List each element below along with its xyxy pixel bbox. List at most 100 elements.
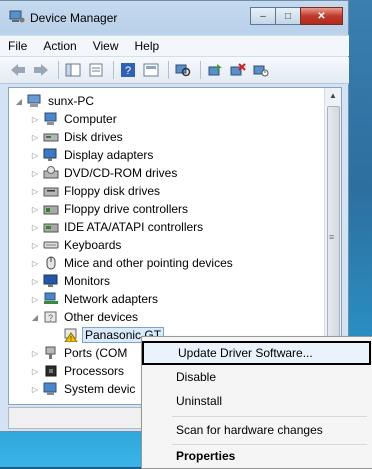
expand-arrow-icon[interactable]: ▷ — [29, 259, 41, 268]
menu-item-label: Disable — [176, 370, 217, 384]
menu-item-label: Scan for hardware changes — [176, 423, 323, 437]
menu-view[interactable]: View — [85, 39, 127, 53]
toolbar-separator — [200, 61, 201, 79]
expand-arrow-icon[interactable]: ▷ — [29, 349, 41, 358]
uninstall-menu-item[interactable]: Uninstall — [142, 389, 371, 413]
expand-arrow-icon[interactable]: ▷ — [29, 385, 41, 394]
expand-arrow-icon[interactable]: ▷ — [29, 295, 41, 304]
expand-arrow-icon[interactable]: ▷ — [29, 169, 41, 178]
tree-root-label: sunx-PC — [48, 94, 95, 108]
tree-item-system-devices[interactable]: ▷ System devic — [29, 380, 137, 398]
expand-arrow-icon[interactable]: ▷ — [29, 115, 41, 124]
expand-arrow-icon[interactable]: ▷ — [29, 367, 41, 376]
tree-item-computer[interactable]: ▷ Computer — [29, 110, 119, 128]
tree-item-keyboards[interactable]: ▷ Keyboards — [29, 236, 123, 254]
processor-icon — [45, 365, 57, 377]
tree-item-display-adapters[interactable]: ▷ Display adapters — [29, 146, 155, 164]
dvd-drive-icon — [43, 166, 59, 179]
tree-item-label: Keyboards — [64, 238, 122, 252]
disable-icon[interactable] — [251, 61, 271, 79]
tree-item-label: Disk drives — [64, 130, 123, 144]
minimize-button[interactable]: ‒ — [250, 7, 276, 25]
tree-item-label: Ports (COM — [64, 346, 128, 360]
caption-buttons: ‒ □ ✕ — [250, 7, 343, 25]
tree-item-label: Monitors — [64, 274, 111, 288]
uninstall-icon[interactable] — [228, 61, 248, 79]
show-hide-icon[interactable] — [141, 61, 161, 79]
expand-arrow-icon[interactable]: ▷ — [29, 205, 41, 214]
svg-text:?: ? — [48, 313, 53, 323]
update-driver-icon[interactable] — [205, 61, 225, 79]
forward-icon[interactable] — [31, 61, 51, 79]
display-adapter-icon — [43, 148, 57, 161]
toolbar-separator — [58, 61, 59, 79]
warning-device-icon: ! — [64, 328, 78, 342]
tree-item-label: Floppy disk drives — [64, 184, 161, 198]
tree-item-mice[interactable]: ▷ Mice and other pointing devices — [29, 254, 235, 272]
menu-separator — [172, 416, 367, 417]
computer-icon — [44, 112, 57, 125]
maximize-icon: □ — [284, 10, 292, 22]
expand-arrow-icon[interactable]: ▷ — [29, 223, 41, 232]
tree-item-floppy-disk-drives[interactable]: ▷ Floppy disk drives — [29, 182, 162, 200]
properties-menu-item[interactable]: Properties — [142, 444, 371, 468]
tree-item-floppy-drive-controllers[interactable]: ▷ Floppy drive controllers — [29, 200, 190, 218]
tree-item-processors[interactable]: ▷ Processors — [29, 362, 126, 380]
tree-item-label: Network adapters — [64, 292, 159, 306]
tree-item-network-adapters[interactable]: ▷ Network adapters — [29, 290, 160, 308]
title-bar[interactable]: Device Manager ‒ □ ✕ — [0, 1, 349, 33]
window-title: Device Manager — [30, 11, 118, 25]
tree-item-disk-drives[interactable]: ▷ Disk drives — [29, 128, 125, 146]
tree-item-ide-ata-atapi-controllers[interactable]: ▷ IDE ATA/ATAPI controllers — [29, 218, 205, 236]
scroll-up-icon[interactable]: ▲ — [325, 88, 341, 104]
context-menu: Update Driver Software... Disable Uninst… — [141, 336, 372, 469]
network-adapter-icon — [44, 292, 58, 304]
tree-item-dvd-cd-rom-drives[interactable]: ▷ DVD/CD-ROM drives — [29, 164, 179, 182]
tree-root[interactable]: ◢ sunx-PC — [13, 92, 96, 110]
menu-help[interactable]: Help — [127, 39, 168, 53]
disk-drive-icon — [43, 133, 59, 142]
collapse-arrow-icon[interactable]: ◢ — [13, 97, 25, 106]
tree-item-label: Mice and other pointing devices — [64, 256, 233, 270]
tree-item-label: Floppy drive controllers — [64, 202, 189, 216]
floppy-drive-icon — [43, 187, 59, 197]
properties-icon[interactable] — [86, 61, 106, 79]
tree-item-monitors[interactable]: ▷ Monitors — [29, 272, 112, 290]
expand-arrow-icon[interactable]: ▷ — [29, 133, 41, 142]
help-icon[interactable]: ? — [118, 61, 138, 79]
computer-icon — [27, 94, 41, 107]
toolbar-separator — [113, 61, 114, 79]
back-icon[interactable] — [8, 61, 28, 79]
keyboard-icon — [43, 241, 59, 249]
tree-item-label: IDE ATA/ATAPI controllers — [64, 220, 204, 234]
menu-item-label: Properties — [176, 449, 236, 463]
expand-arrow-icon[interactable]: ▷ — [29, 151, 41, 160]
console-tree-icon[interactable] — [63, 61, 83, 79]
menu-bar: File Action View Help — [0, 35, 349, 56]
maximize-button[interactable]: □ — [275, 7, 301, 25]
tree-item-label: Computer — [64, 112, 117, 126]
svg-text:?: ? — [125, 65, 131, 77]
menu-file[interactable]: File — [0, 39, 35, 53]
expand-arrow-icon[interactable]: ▷ — [29, 187, 41, 196]
tree-item-other-devices[interactable]: ◢ ? Other devices — [29, 308, 140, 326]
ide-controller-icon — [43, 223, 59, 233]
scan-hardware-icon[interactable] — [173, 61, 193, 79]
toolbar: ? — [0, 57, 349, 84]
toolbar-separator — [168, 61, 169, 79]
menu-item-label: Uninstall — [176, 394, 223, 408]
scan-hardware-menu-item[interactable]: Scan for hardware changes — [142, 418, 371, 442]
update-driver-menu-item[interactable]: Update Driver Software... — [142, 341, 371, 365]
other-devices-icon: ? — [44, 311, 57, 323]
monitor-icon — [43, 274, 58, 287]
svg-text:!: ! — [70, 336, 72, 342]
collapse-arrow-icon[interactable]: ◢ — [29, 313, 41, 322]
tree-item-ports[interactable]: ▷ Ports (COM — [29, 344, 129, 362]
close-button[interactable]: ✕ — [300, 7, 343, 25]
tree-item-label: Other devices — [64, 310, 139, 324]
expand-arrow-icon[interactable]: ▷ — [29, 241, 41, 250]
expand-arrow-icon[interactable]: ▷ — [29, 277, 41, 286]
scroll-grip-icon: ≡ — [329, 232, 335, 242]
disable-menu-item[interactable]: Disable — [142, 365, 371, 389]
menu-action[interactable]: Action — [35, 39, 84, 53]
